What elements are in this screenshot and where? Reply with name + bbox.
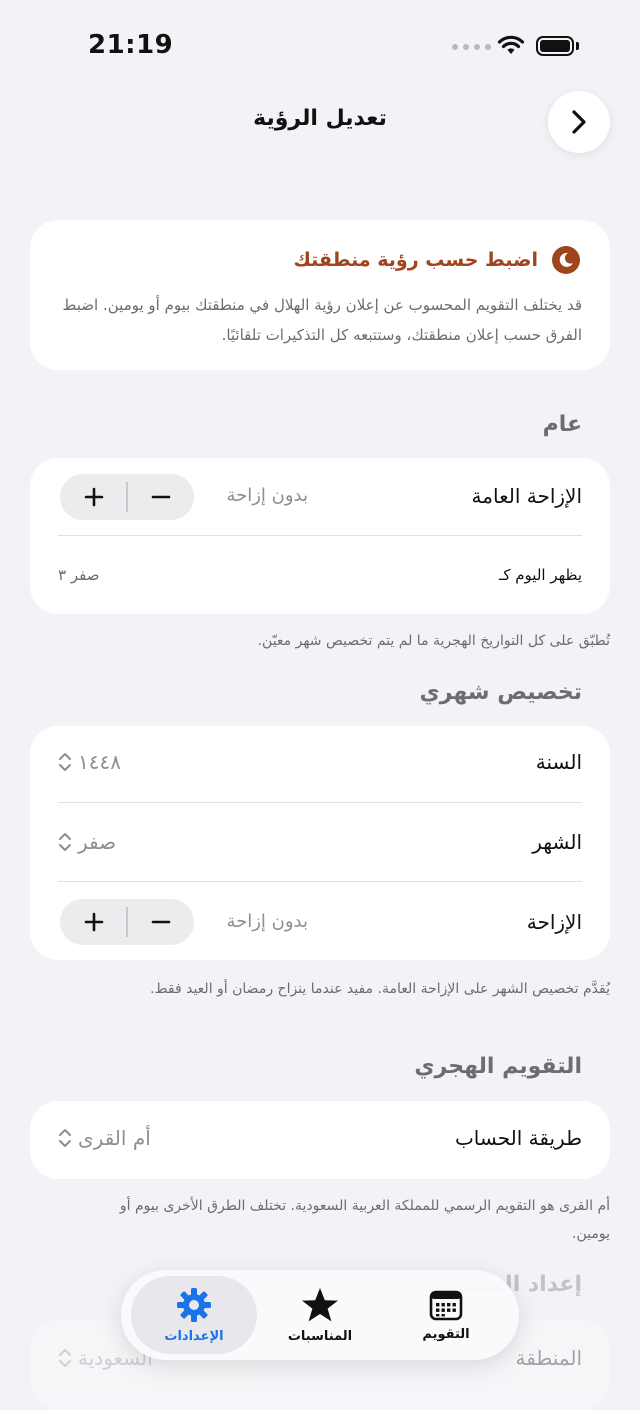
divider bbox=[58, 535, 582, 536]
section-title-hijri: التقويم الهجري bbox=[414, 1054, 582, 1079]
decrement-button[interactable] bbox=[60, 899, 127, 945]
monthly-footnote: يُقدَّم تخصيص الشهر على الإزاحة العامة. … bbox=[150, 981, 610, 997]
tab-settings-label: الإعدادات bbox=[164, 1328, 224, 1344]
general-footnote: تُطبّق على كل التواريخ الهجرية ما لم يتم… bbox=[257, 633, 610, 649]
year-label: السنة bbox=[535, 750, 582, 774]
increment-button[interactable] bbox=[127, 474, 194, 520]
gear-icon bbox=[177, 1287, 211, 1322]
signal-dots-icon bbox=[452, 44, 491, 50]
tab-settings[interactable]: الإعدادات bbox=[131, 1276, 257, 1354]
tab-calendar-label: التقويم bbox=[422, 1326, 470, 1342]
minus-icon bbox=[151, 495, 170, 499]
tab-occasions-label: المناسبات bbox=[287, 1328, 353, 1344]
chevron-up-down-icon bbox=[59, 1129, 71, 1147]
chevron-up-down-icon bbox=[59, 833, 71, 851]
info-card: اضبط حسب رؤية منطقتك قد يختلف التقويم ال… bbox=[30, 220, 610, 370]
hijri-footnote: أم القرى هو التقويم الرسمي للمملكة العرب… bbox=[119, 1198, 610, 1242]
section-title-monthly: تخصيص شهري bbox=[419, 680, 582, 705]
minus-icon bbox=[151, 920, 170, 924]
monthly-card: السنة ١٤٤٨ الشهر صفر الإزاحة بدون إزاحة bbox=[30, 726, 610, 960]
star-icon bbox=[302, 1287, 338, 1321]
year-picker[interactable]: ١٤٤٨ bbox=[58, 750, 121, 774]
monthly-offset-label: الإزاحة bbox=[526, 910, 582, 934]
global-offset-label: الإزاحة العامة bbox=[471, 484, 582, 508]
divider bbox=[58, 881, 582, 882]
calculation-method-value: أم القرى bbox=[78, 1126, 151, 1150]
monthly-offset-stepper[interactable] bbox=[60, 899, 194, 945]
back-button[interactable] bbox=[548, 91, 610, 153]
month-picker[interactable]: صفر bbox=[58, 830, 116, 854]
page-title: تعديل الرؤية bbox=[253, 106, 387, 131]
region-label: المنطقة bbox=[515, 1346, 583, 1370]
month-label: الشهر bbox=[532, 830, 582, 854]
chevron-up-down-icon bbox=[59, 1349, 71, 1367]
info-card-header: اضبط حسب رؤية منطقتك bbox=[293, 246, 580, 274]
hijri-card: طريقة الحساب أم القرى bbox=[30, 1101, 610, 1179]
info-card-title: اضبط حسب رؤية منطقتك bbox=[293, 249, 538, 271]
year-value: ١٤٤٨ bbox=[78, 750, 121, 774]
battery-tip bbox=[576, 42, 579, 50]
info-card-body: قد يختلف التقويم المحسوب عن إعلان رؤية ا… bbox=[62, 296, 582, 344]
preview-label: يظهر اليوم كـ bbox=[498, 566, 582, 584]
calculation-method-picker[interactable]: أم القرى bbox=[58, 1126, 151, 1150]
chevron-right-icon bbox=[572, 110, 586, 134]
divider bbox=[58, 802, 582, 803]
tab-bar: التقويم المناسبات الإعدادات bbox=[121, 1270, 519, 1360]
calculation-method-label: طريقة الحساب bbox=[454, 1126, 582, 1150]
global-offset-value: بدون إزاحة bbox=[226, 485, 308, 506]
moon-icon bbox=[552, 246, 580, 274]
section-title-general: عام bbox=[542, 412, 582, 437]
battery-icon bbox=[536, 36, 574, 56]
plus-icon bbox=[84, 912, 103, 932]
month-value: صفر bbox=[78, 830, 117, 854]
general-card: الإزاحة العامة بدون إزاحة يظهر اليوم كـ … bbox=[30, 458, 610, 614]
increment-button[interactable] bbox=[127, 899, 194, 945]
decrement-button[interactable] bbox=[60, 474, 127, 520]
plus-icon bbox=[84, 487, 103, 507]
status-time: 21:19 bbox=[88, 30, 174, 60]
monthly-offset-value: بدون إزاحة bbox=[226, 911, 308, 932]
tab-occasions[interactable]: المناسبات bbox=[257, 1276, 383, 1354]
global-offset-stepper[interactable] bbox=[60, 474, 194, 520]
wifi-icon bbox=[497, 35, 525, 54]
chevron-up-down-icon bbox=[59, 753, 71, 771]
tab-calendar[interactable]: التقويم bbox=[383, 1276, 509, 1354]
preview-value: صفر ٣ bbox=[58, 566, 100, 584]
calendar-icon bbox=[429, 1290, 463, 1320]
